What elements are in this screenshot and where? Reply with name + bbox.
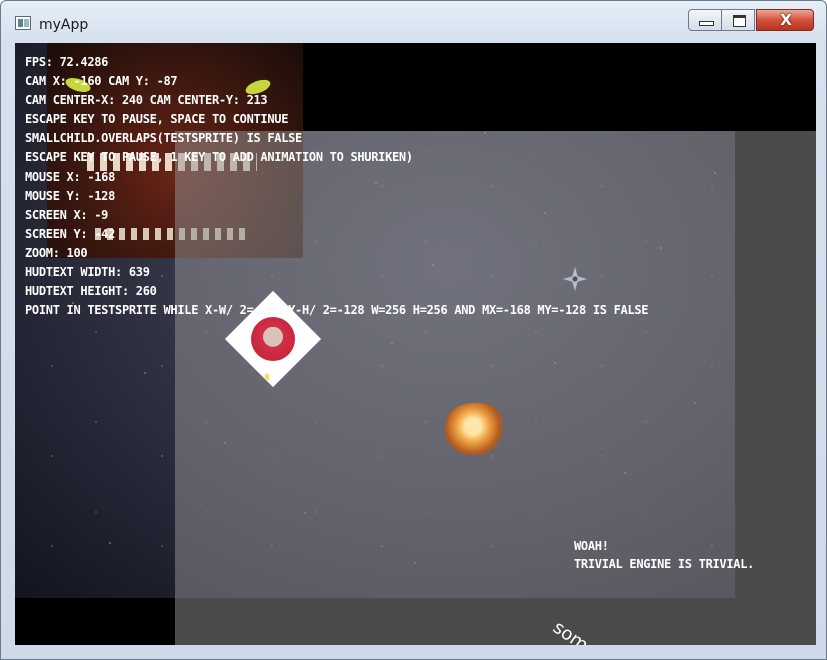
woah-message: WOAH! TRIVIAL ENGINE IS TRIVIAL. <box>574 537 754 573</box>
hud-line: HUDTEXT WIDTH: 639 <box>25 265 150 280</box>
maximize-icon <box>733 15 746 27</box>
app-window: myApp X FPS: 72.4286 CAM X: -160 CAM Y: … <box>0 0 827 660</box>
hud-line: MOUSE Y: -128 <box>25 188 116 203</box>
minimize-button[interactable] <box>688 9 722 31</box>
app-icon <box>15 16 31 30</box>
hud-line: MOUSE X: -168 <box>25 169 116 184</box>
close-icon: X <box>780 11 792 29</box>
hud-line: POINT IN TESTSPRITE WHILE X-W/ 2=-128 Y-… <box>25 303 649 318</box>
clown-face-image <box>251 317 295 361</box>
woah-line-1: WOAH! <box>574 539 609 553</box>
hud-line: ZOOM: 100 <box>25 245 88 260</box>
close-button[interactable]: X <box>756 9 814 31</box>
title-bar[interactable]: myApp X <box>1 1 826 39</box>
minimize-icon <box>699 21 714 26</box>
hud-line: CAM X: -160 CAM Y: -87 <box>25 74 178 89</box>
window-title: myApp <box>39 17 89 33</box>
hud-line: ESCAPE KEY TO PAUSE, SPACE TO CONTINUE <box>25 112 289 127</box>
spark-particle <box>265 374 269 380</box>
hud-line: HUDTEXT HEIGHT: 260 <box>25 284 157 299</box>
game-viewport[interactable]: FPS: 72.4286 CAM X: -160 CAM Y: -87 CAM … <box>15 43 816 645</box>
explosion-sprite <box>445 403 507 455</box>
hud-line: SMALLCHILD.OVERLAPS(TESTSPRITE) IS FALSE <box>25 131 302 146</box>
maximize-button[interactable] <box>721 9 755 31</box>
hud-line: SCREEN X: -9 <box>25 207 109 222</box>
hud-line: CAM CENTER-X: 240 CAM CENTER-Y: 213 <box>25 93 268 108</box>
hud-line: ESCAPE KEY TO PAUSE, 1 KEY TO ADD ANIMAT… <box>25 150 413 165</box>
hud-text: FPS: 72.4286 CAM X: -160 CAM Y: -87 CAM … <box>25 53 649 320</box>
hud-line: FPS: 72.4286 <box>25 55 109 69</box>
hud-line: SCREEN Y: -42 <box>25 226 116 241</box>
woah-line-2: TRIVIAL ENGINE IS TRIVIAL. <box>574 557 755 571</box>
